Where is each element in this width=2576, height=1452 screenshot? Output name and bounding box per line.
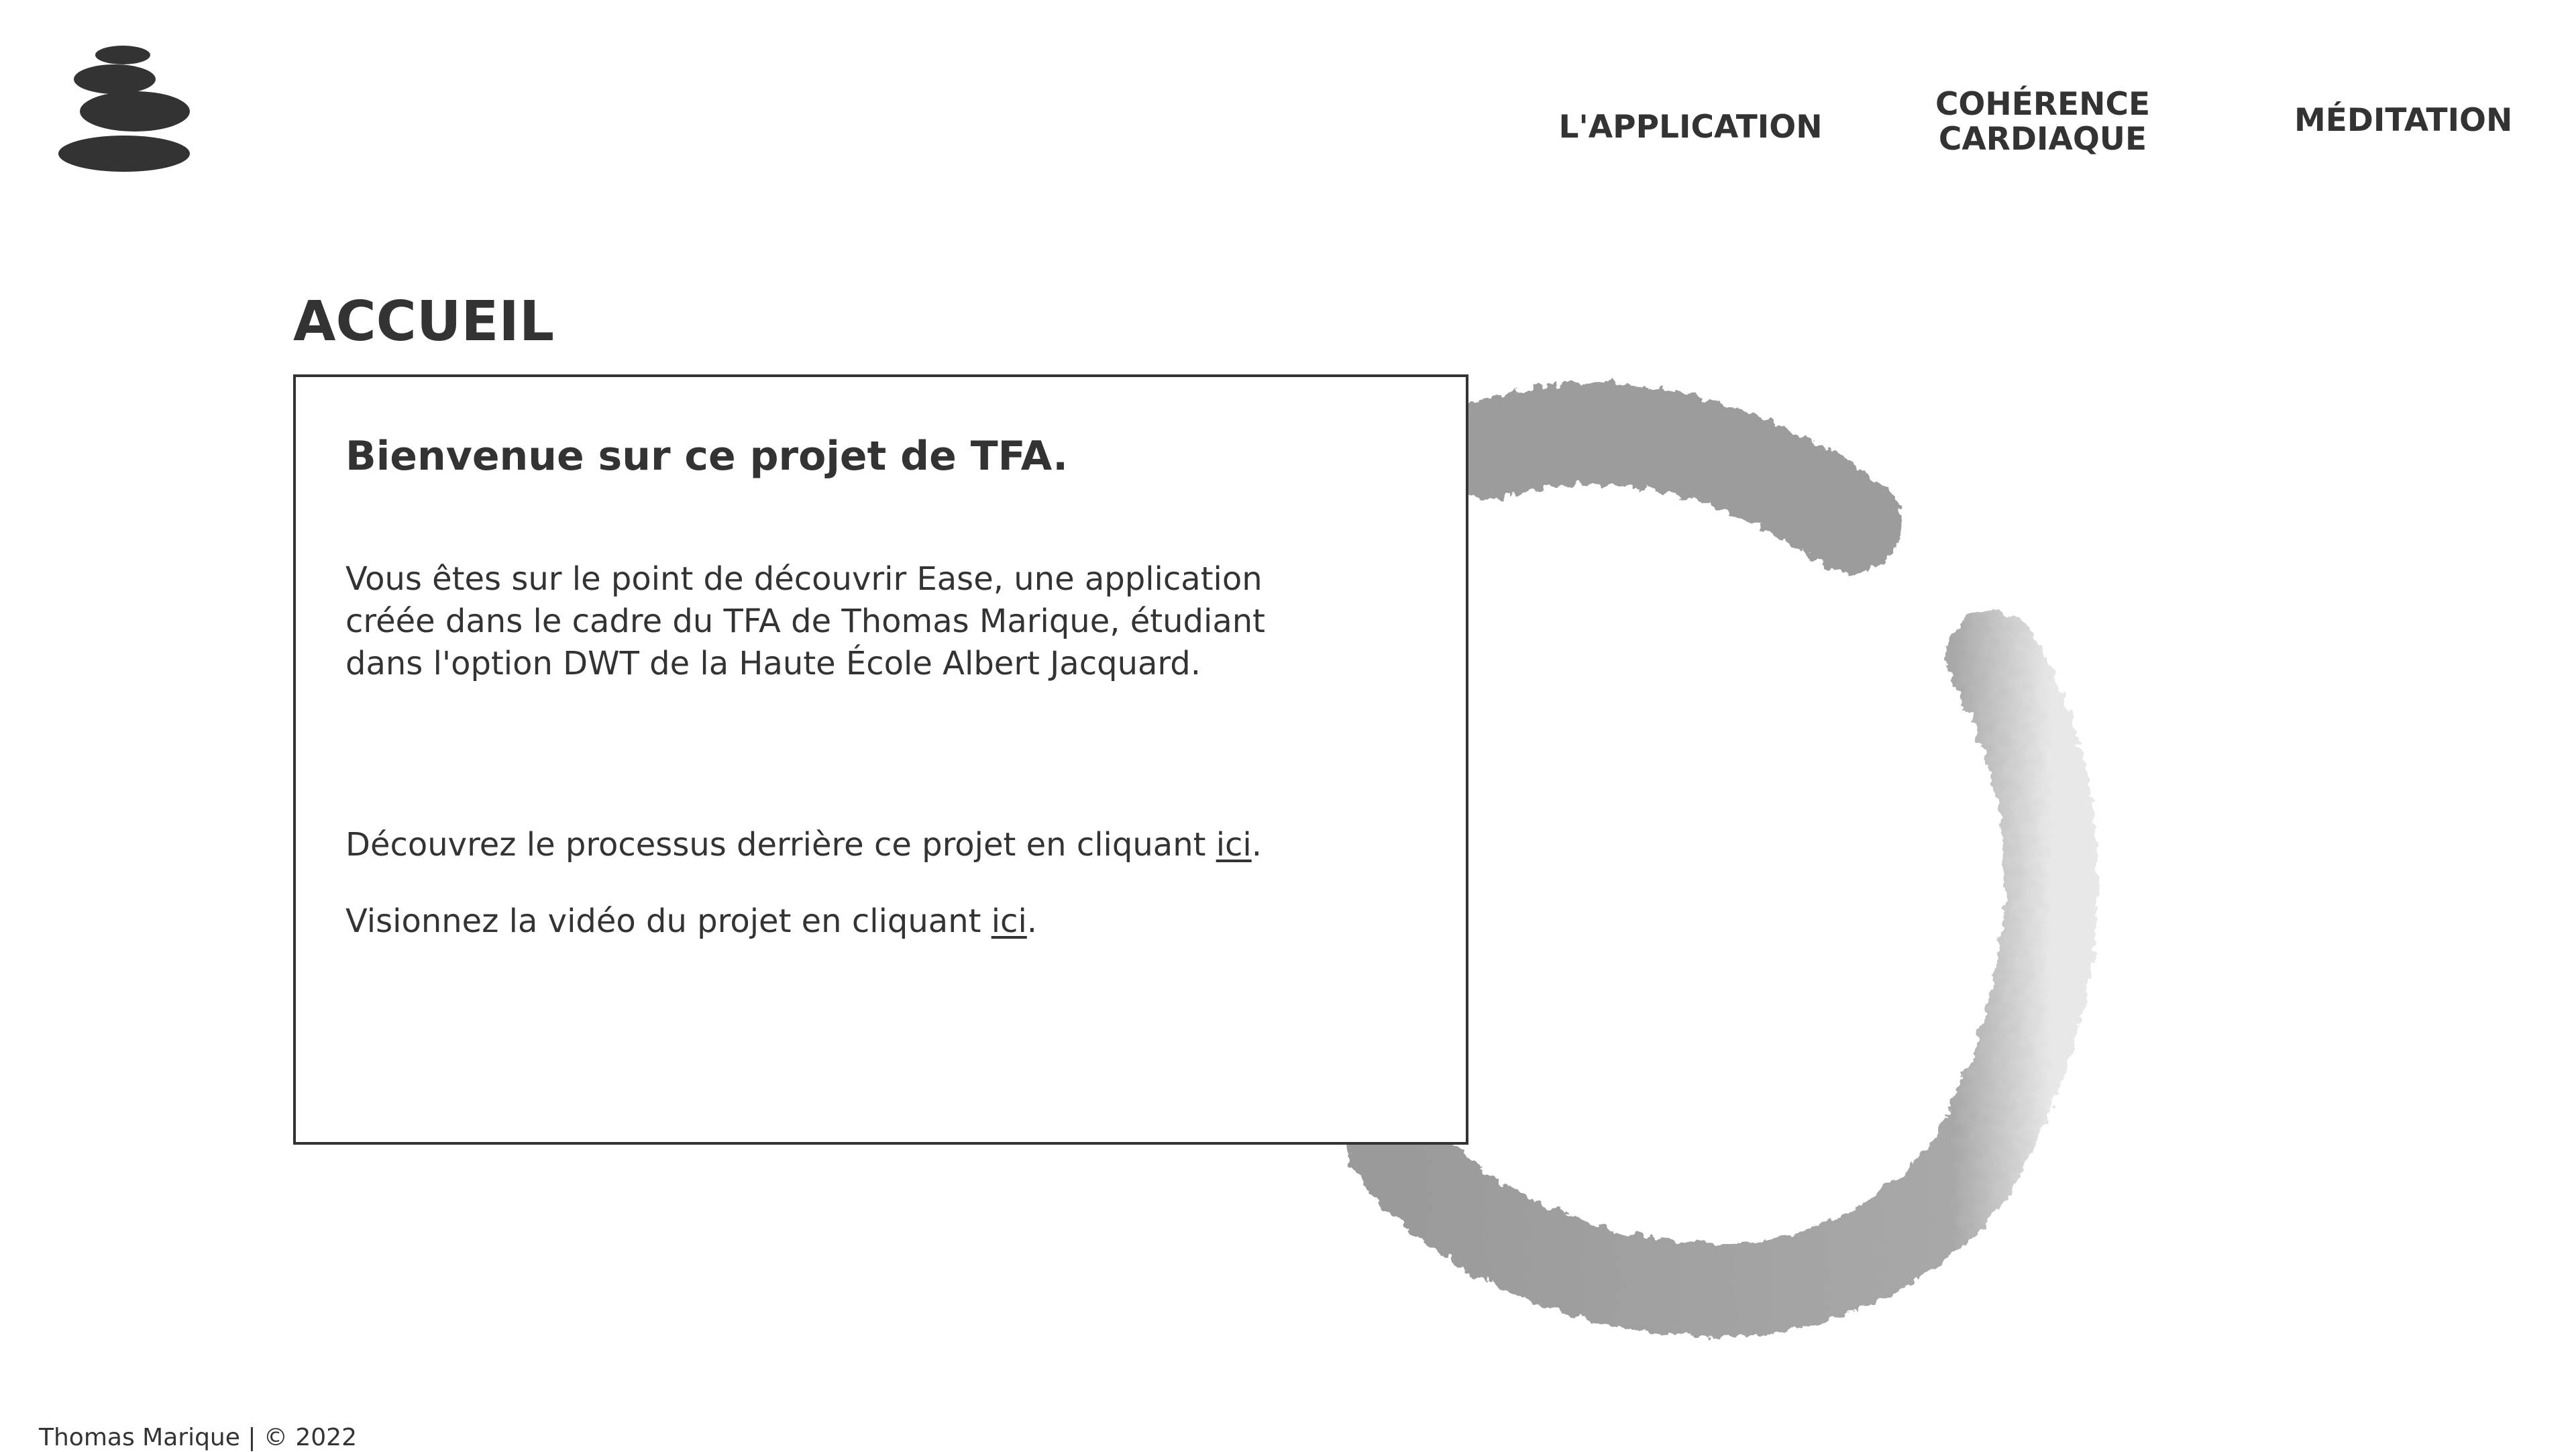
page-title: ACCUEIL: [293, 290, 555, 354]
process-link[interactable]: ici: [1216, 826, 1252, 864]
nav-link-coherence-cardiaque[interactable]: COHÉRENCE CARDIAQUE: [1932, 87, 2153, 157]
welcome-card: Bienvenue sur ce projet de TFA. Vous ête…: [293, 374, 1468, 1145]
nav-link-meditation[interactable]: MÉDITATION: [2294, 103, 2512, 138]
intro-paragraph: Vous êtes sur le point de découvrir Ease…: [345, 560, 1265, 682]
process-paragraph: Découvrez le processus derrière ce proje…: [345, 824, 1262, 866]
video-paragraph: Visionnez la vidéo du projet en cliquant…: [345, 900, 1037, 943]
video-link[interactable]: ici: [991, 902, 1027, 940]
welcome-heading: Bienvenue sur ce projet de TFA.: [345, 433, 1069, 480]
period: .: [1026, 902, 1038, 940]
period: .: [1251, 826, 1263, 864]
video-text: Visionnez la vidéo du projet en cliquant: [345, 902, 991, 940]
process-text: Découvrez le processus derrière ce proje…: [345, 826, 1216, 864]
stacked-stones-logo-icon[interactable]: [54, 44, 201, 172]
nav-link-application[interactable]: L'APPLICATION: [1553, 110, 1828, 145]
footer-copyright: Thomas Marique | © 2022: [39, 1424, 357, 1451]
